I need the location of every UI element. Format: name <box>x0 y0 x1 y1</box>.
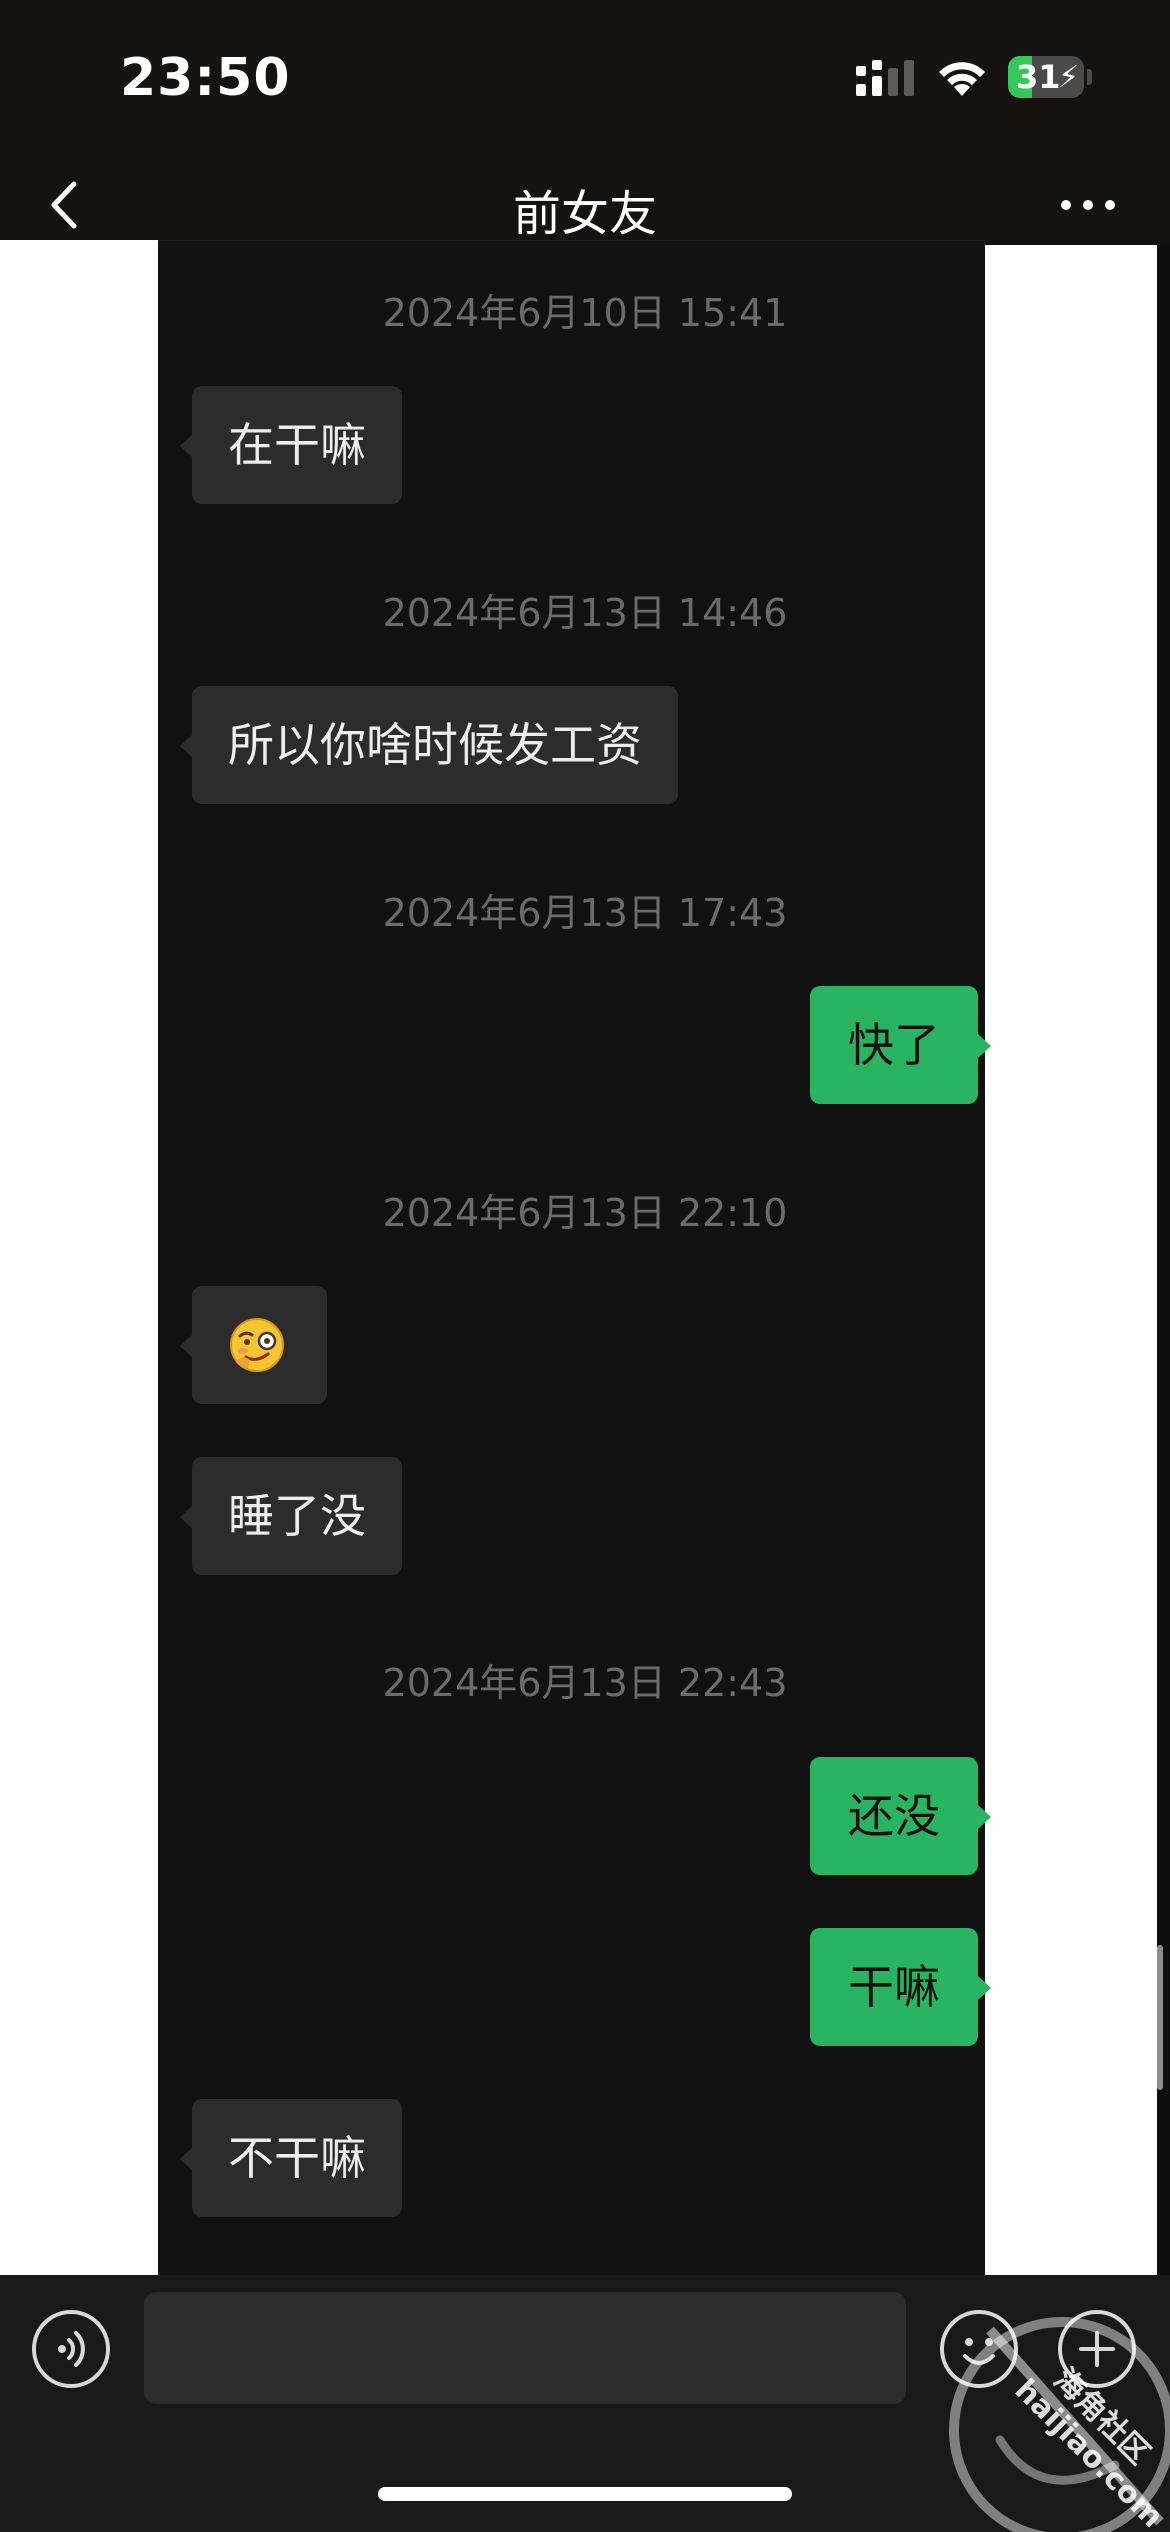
incoming-emoji-message[interactable] <box>192 1286 327 1404</box>
outgoing-message[interactable]: 快了 <box>810 986 978 1104</box>
ellipsis-icon[interactable] <box>1058 190 1118 220</box>
wifi-icon <box>939 62 985 96</box>
smirking-monocle-emoji <box>230 1318 284 1372</box>
incoming-message[interactable]: 不干嘛 <box>192 2099 402 2217</box>
timestamp: 2024年6月13日 22:43 <box>382 1661 788 1705</box>
battery-indicator: 31 ⚡ <box>1008 56 1084 98</box>
bubble-tail <box>978 1976 991 2000</box>
outgoing-message[interactable]: 还没 <box>810 1757 978 1875</box>
timestamp: 2024年6月13日 22:10 <box>382 1191 788 1235</box>
left-blank-panel <box>0 240 158 2275</box>
chat-screen: 23:50 31 ⚡ 前女友 2024年6月10日 15:41 在干嘛 2024… <box>0 0 1170 2532</box>
outgoing-message[interactable]: 干嘛 <box>810 1928 978 2046</box>
incoming-message[interactable]: 在干嘛 <box>192 386 402 504</box>
chat-title: 前女友 <box>512 186 657 242</box>
battery-level: 31 <box>1016 58 1061 96</box>
charging-bolt-icon: ⚡ <box>1058 60 1080 95</box>
voice-button[interactable] <box>32 2310 110 2388</box>
watermark-logo: 海角社区 haijiao.com <box>949 2317 1170 2532</box>
battery-cap <box>1087 69 1092 85</box>
voice-icon <box>58 2331 85 2367</box>
timestamp: 2024年6月10日 15:41 <box>382 291 788 335</box>
right-blank-panel <box>985 245 1157 2280</box>
timestamp: 2024年6月13日 17:43 <box>382 891 788 935</box>
scrollbar[interactable] <box>1157 1945 1163 2090</box>
home-indicator[interactable] <box>378 2487 792 2501</box>
bubble-tail <box>978 1034 991 1058</box>
incoming-message[interactable]: 所以你啥时候发工资 <box>192 686 678 804</box>
message-input[interactable] <box>144 2292 906 2404</box>
cellular-signal-icon <box>856 60 914 96</box>
timestamp: 2024年6月13日 14:46 <box>382 591 788 635</box>
status-time: 23:50 <box>120 48 291 108</box>
incoming-message[interactable]: 睡了没 <box>192 1457 402 1575</box>
bubble-tail <box>978 1805 991 1829</box>
